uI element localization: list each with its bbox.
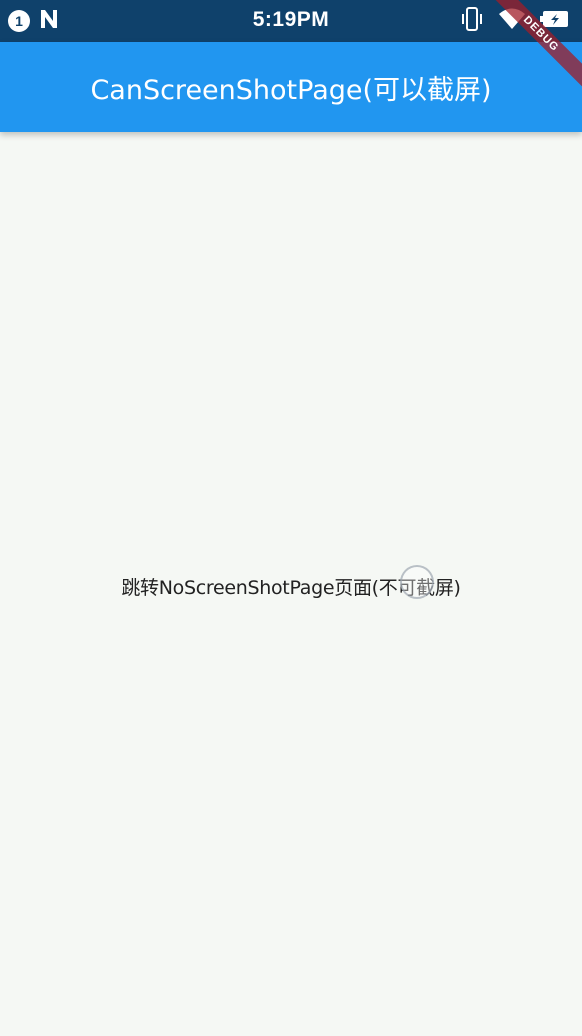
page-body: 跳转NoScreenShotPage页面(不可截屏) [0,132,582,1036]
status-bar: 1 5:19PM [0,0,582,42]
battery-charging-icon [540,9,570,33]
navigate-no-screenshot-page-button[interactable]: 跳转NoScreenShotPage页面(不可截屏) [0,568,582,604]
vibrate-icon [460,6,484,36]
touch-ripple-indicator [400,565,434,599]
app-bar: CanScreenShotPage(可以截屏) [0,42,582,132]
wifi-icon [498,7,526,35]
status-right-icons [460,6,570,36]
page-title: CanScreenShotPage(可以截屏) [90,74,492,106]
